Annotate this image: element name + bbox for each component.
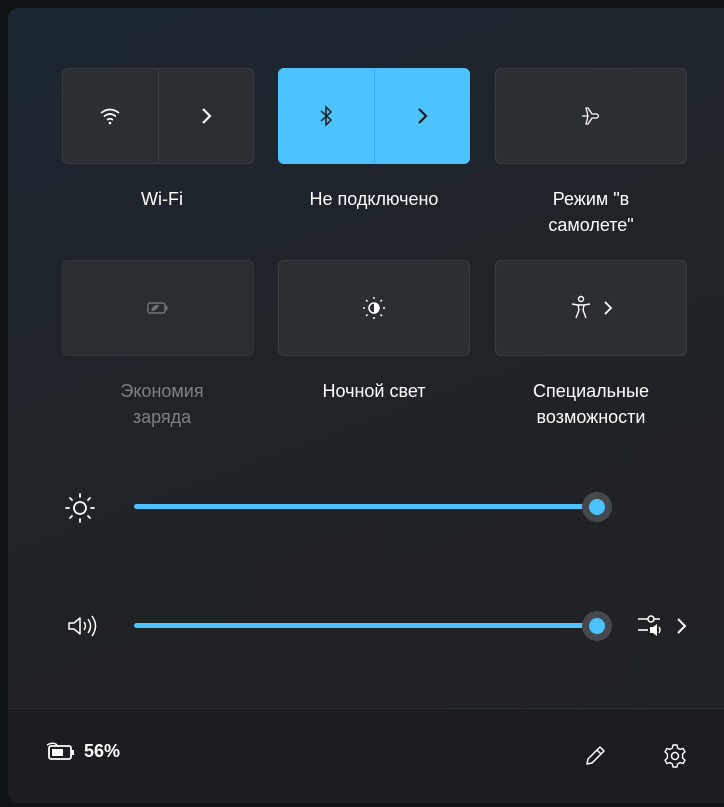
volume-slider-track[interactable] (134, 623, 594, 628)
battery-status[interactable]: 56% (46, 741, 120, 762)
pencil-icon (586, 746, 605, 765)
volume-slider-thumb[interactable] (582, 611, 612, 641)
wifi-expand-button[interactable] (159, 69, 254, 163)
wifi-tile (62, 68, 254, 164)
chevron-right-icon (604, 301, 613, 315)
accessibility-tile[interactable] (495, 260, 687, 356)
airplane-mode-tile[interactable] (495, 68, 687, 164)
bluetooth-toggle-button[interactable] (279, 69, 374, 163)
edit-quick-settings-button[interactable] (578, 739, 612, 773)
volume-icon[interactable] (66, 614, 100, 638)
wifi-label: Wi-Fi (141, 189, 183, 209)
night-light-tile[interactable] (278, 260, 470, 356)
brightness-slider-thumb[interactable] (582, 492, 612, 522)
battery-saver-icon (147, 302, 168, 314)
airplane-icon (582, 107, 600, 125)
night-light-label: Ночной свет (322, 381, 426, 401)
battery-saver-tile[interactable] (62, 260, 254, 356)
wifi-toggle-button[interactable] (63, 69, 158, 163)
audio-output-icon (638, 615, 687, 636)
brightness-icon (65, 493, 95, 523)
quick-settings-panel: Wi-Fi Не подключено Режим "в самолете" Э… (8, 8, 724, 803)
airplane-mode-label: Режим "в самолете" (548, 189, 634, 235)
bluetooth-tile (278, 68, 470, 164)
battery-saver-label: Экономия заряда (120, 381, 204, 427)
gear-icon (664, 744, 686, 768)
chevron-right-icon (417, 108, 428, 124)
battery-icon (46, 742, 74, 760)
bluetooth-label: Не подключено (309, 189, 439, 209)
settings-button[interactable] (658, 739, 692, 773)
night-light-icon (363, 297, 385, 319)
bluetooth-expand-button[interactable] (375, 69, 470, 163)
accessibility-icon (571, 295, 591, 319)
quick-settings-footer: 56% (8, 708, 724, 803)
chevron-right-icon (201, 108, 212, 124)
audio-output-button[interactable] (636, 612, 696, 642)
bluetooth-icon (320, 105, 333, 127)
accessibility-label: Специальные возможности (533, 381, 649, 427)
brightness-slider-track[interactable] (134, 504, 594, 509)
battery-percent: 56% (84, 741, 121, 761)
wifi-icon (100, 108, 120, 125)
